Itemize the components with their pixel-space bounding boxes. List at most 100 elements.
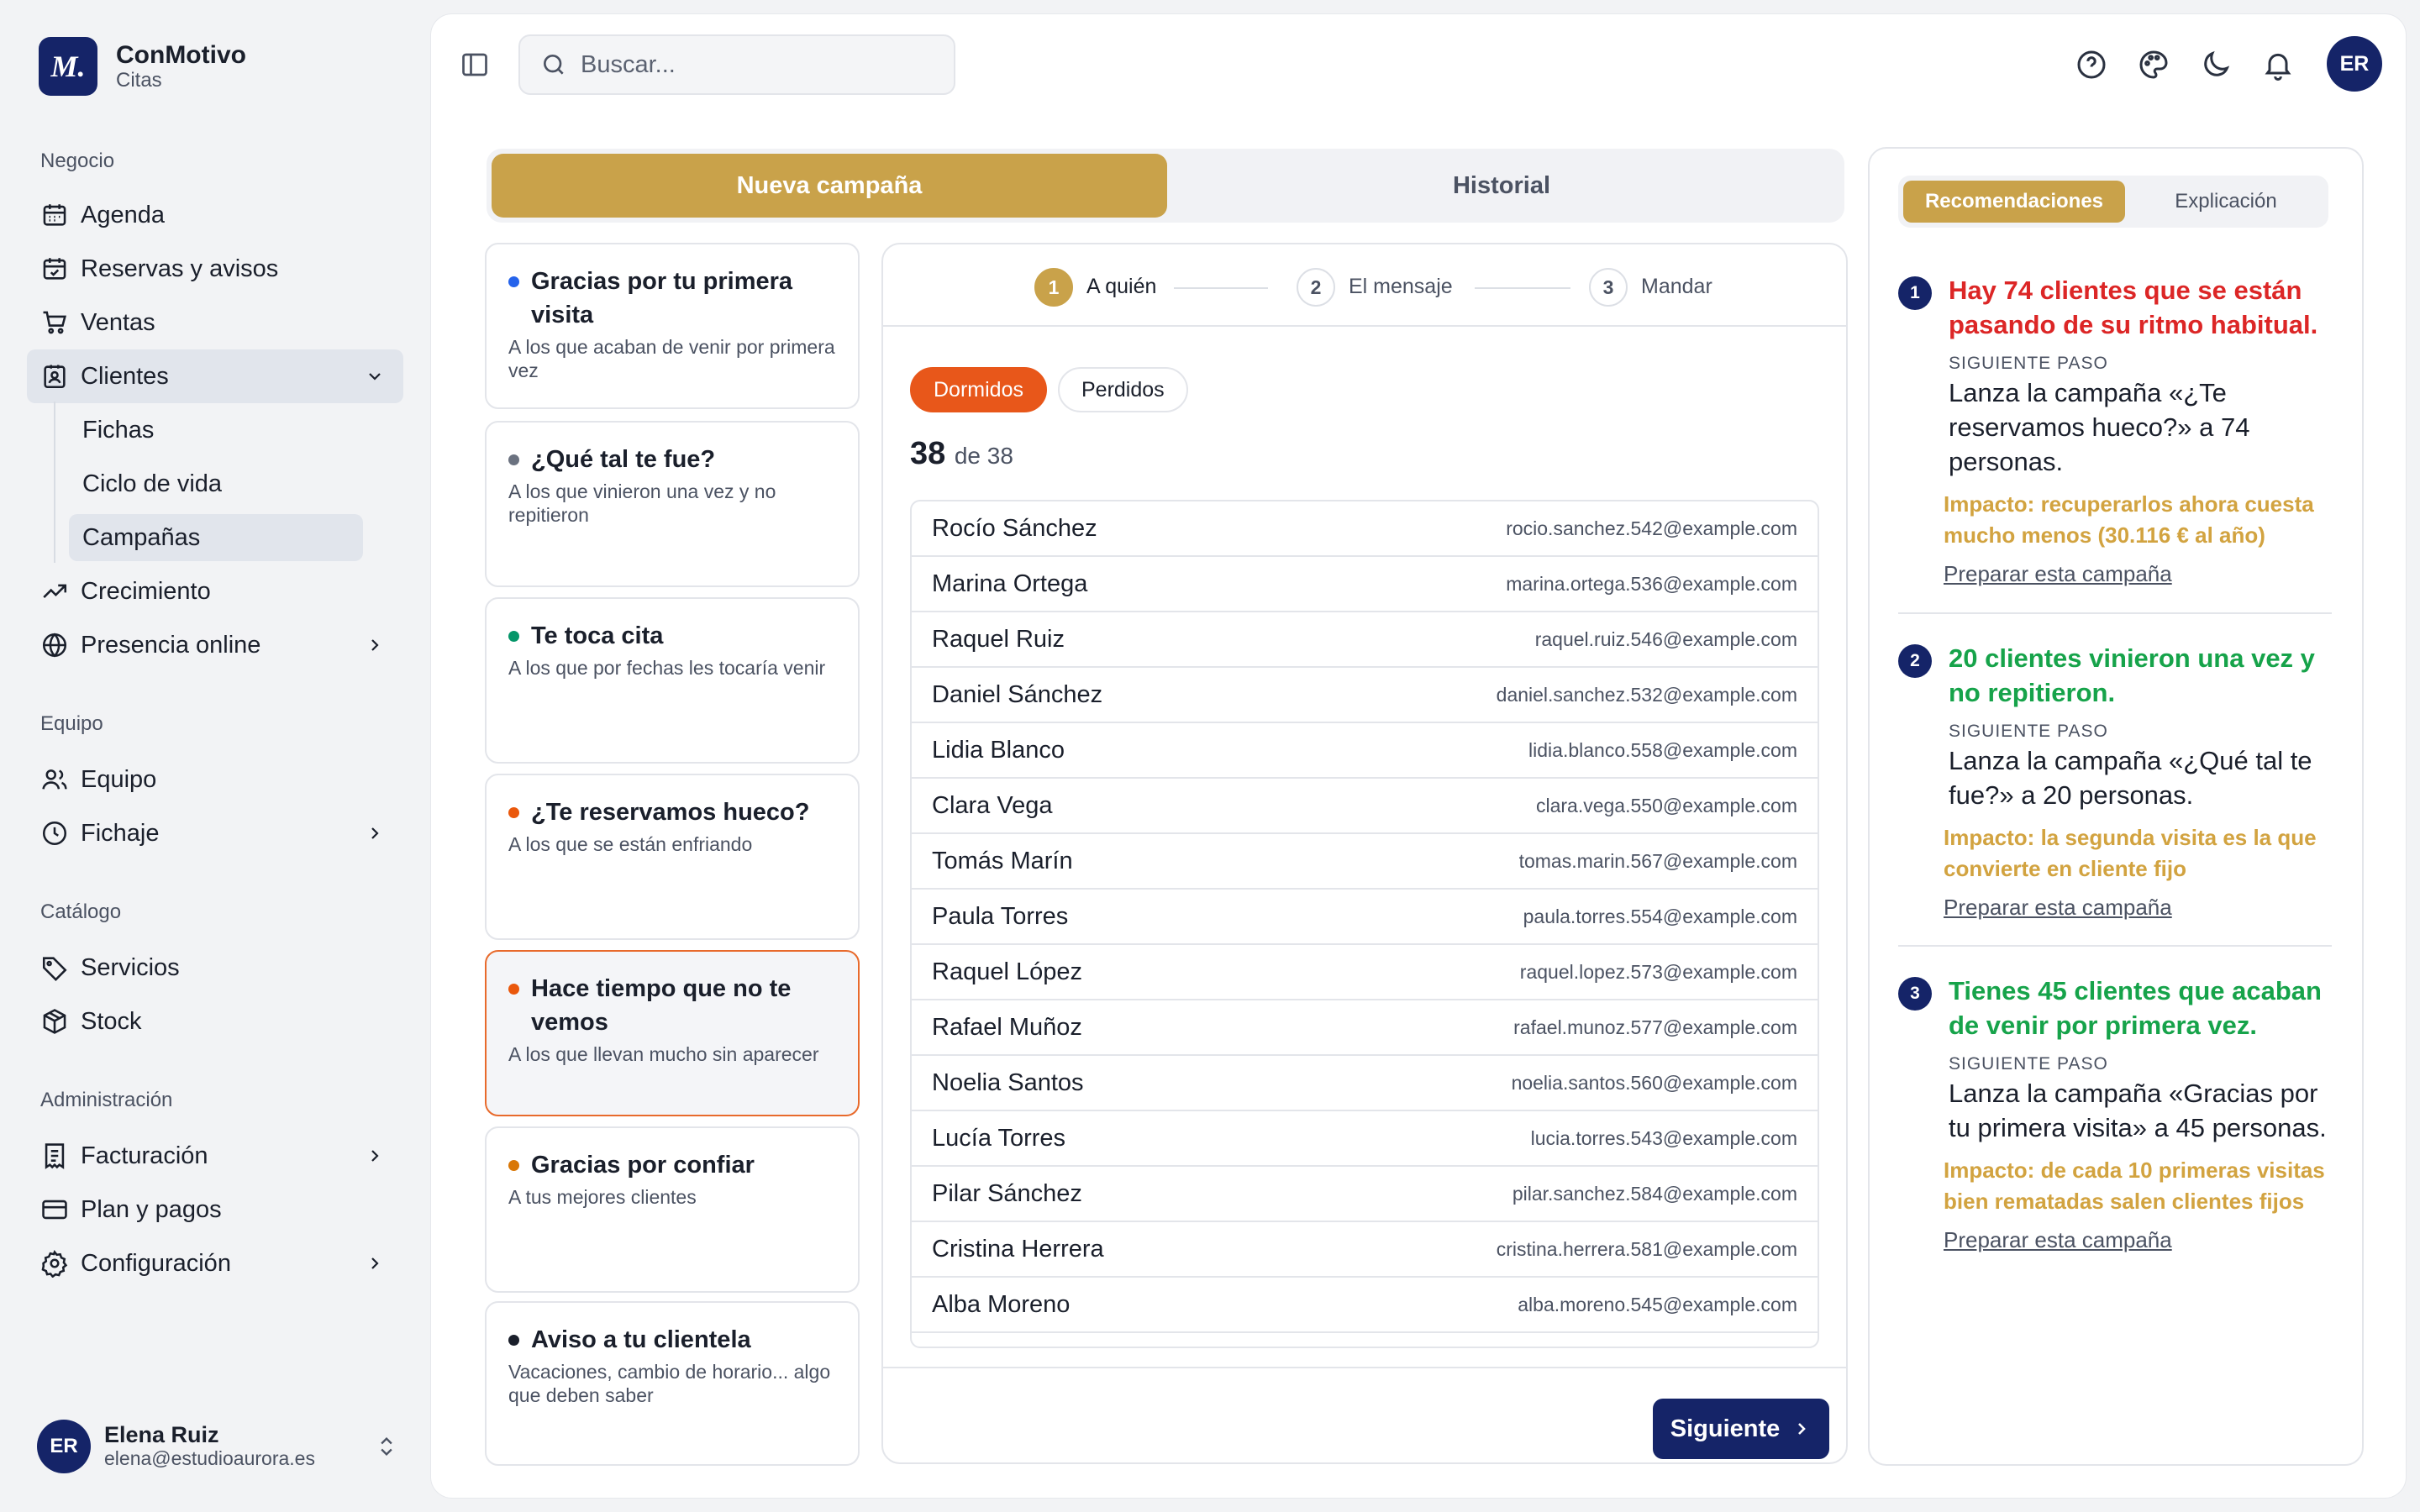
nav-section-catalogo: Catálogo [40, 900, 122, 923]
prepare-campaign-link[interactable]: Preparar esta campaña [1944, 1227, 2172, 1253]
nav-item-ventas[interactable]: Ventas [27, 296, 403, 349]
campaign-card[interactable]: Aviso a tu clientela Vacaciones, cambio … [485, 1301, 860, 1466]
tab-historial[interactable]: Historial [1164, 154, 1839, 218]
contact-card-icon [44, 365, 66, 389]
moon-icon[interactable] [2199, 48, 2233, 81]
step-1-number[interactable]: 1 [1034, 268, 1073, 307]
table-row[interactable]: Alba Moreno alba.moreno.545@example.com [912, 1278, 1818, 1333]
status-dot [508, 1160, 519, 1171]
table-row[interactable]: Lucía Torres lucia.torres.543@example.com [912, 1111, 1818, 1167]
filter-dormidos[interactable]: Dormidos [910, 367, 1047, 412]
table-row[interactable]: Rocío Sánchez rocio.sanchez.542@example.c… [912, 501, 1818, 557]
brand[interactable]: M. ConMotivo Citas [39, 37, 246, 96]
tag-icon [42, 957, 67, 981]
table-row[interactable]: Noelia Santos noelia.santos.560@example.c… [912, 1056, 1818, 1111]
tab-explicacion[interactable]: Explicación [2128, 181, 2323, 223]
step-2-number[interactable]: 2 [1297, 268, 1335, 307]
nav-subitem-ciclo[interactable]: Ciclo de vida [69, 460, 363, 507]
campaign-card[interactable]: ¿Qué tal te fue? A los que vinieron una … [485, 421, 860, 587]
table-row[interactable]: Lidia Blanco lidia.blanco.558@example.com [912, 723, 1818, 779]
campaign-desc: A los que por fechas les tocaría venir [508, 657, 826, 679]
recommendation-title: 20 clientes vinieron una vez y no repiti… [1949, 643, 2315, 707]
step-1-label[interactable]: A quién [1086, 275, 1156, 299]
receipt-icon [45, 1143, 65, 1169]
reco-tabs: Recomendaciones Explicación [1898, 176, 2328, 228]
sidebar-toggle-icon[interactable] [460, 50, 490, 80]
campaign-desc: A los que vinieron una vez y no repitier… [508, 480, 776, 526]
filter-perdidos[interactable]: Perdidos [1058, 367, 1188, 412]
nav-item-equipo[interactable]: Equipo [27, 753, 403, 806]
nav-item-fichaje[interactable]: Fichaje [27, 806, 403, 860]
chevron-right-icon [371, 1150, 379, 1162]
client-email: paula.torres.554@example.com [1523, 905, 1797, 927]
nav-item-crecimiento[interactable]: Crecimiento [27, 564, 403, 618]
status-dot [508, 276, 519, 287]
status-dot [508, 631, 519, 642]
recommendation-step: Lanza la campaña «Gracias por tu primera… [1949, 1079, 2327, 1142]
prepare-campaign-link[interactable]: Preparar esta campaña [1944, 895, 2172, 921]
user-avatar-button[interactable]: ER [2327, 36, 2382, 92]
table-row[interactable]: Paula Torres paula.torres.554@example.com [912, 890, 1818, 945]
next-button[interactable]: Siguiente [1653, 1399, 1829, 1459]
campaign-desc: Vacaciones, cambio de horario... algo qu… [508, 1361, 831, 1406]
nav-item-servicios[interactable]: Servicios [27, 941, 403, 995]
step-3-label[interactable]: Mandar [1641, 275, 1712, 299]
table-row[interactable]: Raquel Ruiz raquel.ruiz.546@example.com [912, 612, 1818, 668]
client-email: noelia.santos.560@example.com [1511, 1071, 1797, 1094]
bell-icon[interactable] [2261, 48, 2295, 81]
nav-section-negocio: Negocio [40, 150, 115, 172]
campaign-card[interactable]: Te toca cita A los que por fechas les to… [485, 597, 860, 764]
step-3-number[interactable]: 3 [1589, 268, 1628, 307]
nav-section-administracion: Administración [40, 1089, 173, 1111]
campaign-title: Gracias por confiar [531, 1152, 755, 1179]
nav-item-stock[interactable]: Stock [27, 995, 403, 1048]
recommendation-impact: Impacto: de cada 10 primeras visitas bie… [1944, 1158, 2325, 1214]
campaign-card[interactable]: ¿Te reservamos hueco? A los que se están… [485, 774, 860, 940]
table-row[interactable]: Rafael Muñoz rafael.munoz.577@example.com [912, 1000, 1818, 1056]
tab-recomendaciones[interactable]: Recomendaciones [1903, 181, 2125, 223]
clock-icon [42, 821, 67, 846]
table-row[interactable]: Cristina Herrera cristina.herrera.581@exa… [912, 1222, 1818, 1278]
palette-icon[interactable] [2137, 48, 2170, 81]
nav-item-configuracion[interactable]: Configuración [27, 1236, 403, 1290]
table-row[interactable]: Raquel López raquel.lopez.573@example.com [912, 945, 1818, 1000]
nav-subitem-fichas[interactable]: Fichas [69, 407, 363, 454]
campaign-desc: A los que acaban de venir por primera ve… [508, 336, 835, 381]
search-input[interactable] [581, 50, 934, 79]
client-name: Raquel Ruiz [932, 625, 1065, 653]
table-row[interactable]: Clara Vega clara.vega.550@example.com [912, 779, 1818, 834]
nav-item-agenda[interactable]: Agenda [27, 188, 403, 242]
cart-icon [43, 311, 66, 334]
status-dot [508, 1335, 519, 1346]
nav-item-presencia[interactable]: Presencia online [27, 618, 403, 672]
client-list[interactable]: Rocío Sánchez rocio.sanchez.542@example.c… [910, 500, 1819, 1348]
campaign-title: ¿Qué tal te fue? [531, 446, 716, 473]
campaign-card-selected[interactable]: Hace tiempo que no te vemos A los que ll… [485, 950, 860, 1116]
help-icon[interactable] [2075, 48, 2108, 81]
table-row[interactable]: Tomás Marín tomas.marin.567@example.com [912, 834, 1818, 890]
search-box[interactable] [518, 34, 955, 95]
nav-item-facturacion[interactable]: Facturación [27, 1129, 403, 1183]
table-row[interactable]: Pilar Sánchez pilar.sanchez.584@example.c… [912, 1167, 1818, 1222]
nav-item-label: Facturación [81, 1142, 208, 1169]
campaign-card[interactable]: Gracias por tu primera visita A los que … [485, 243, 860, 409]
table-row[interactable]: Daniel Sánchez daniel.sanchez.532@example… [912, 668, 1818, 723]
tab-nueva-campana[interactable]: Nueva campaña [492, 154, 1167, 218]
nav-item-clientes[interactable]: Clientes [27, 349, 403, 403]
submenu-line [54, 402, 55, 563]
count-value: 38 [910, 436, 946, 471]
calendar-check-icon [43, 258, 66, 280]
recommendation-title: Tienes 45 clientes que acaban de venir p… [1949, 976, 2322, 1040]
nav-item-plan[interactable]: Plan y pagos [27, 1183, 403, 1236]
step-2-label[interactable]: El mensaje [1349, 275, 1453, 299]
prepare-campaign-link[interactable]: Preparar esta campaña [1944, 561, 2172, 587]
nav-item-reservas[interactable]: Reservas y avisos [27, 242, 403, 296]
campaign-card[interactable]: Gracias por confiar A tus mejores client… [485, 1126, 860, 1293]
client-name: Lidia Blanco [932, 736, 1065, 764]
sidebar: M. ConMotivo Citas Negocio Agenda Reserv… [0, 0, 420, 1512]
recommendation-number: 1 [1898, 276, 1932, 310]
user-menu[interactable]: ER Elena Ruiz elena@estudioaurora.es [37, 1420, 398, 1473]
nav-subitem-campanas[interactable]: Campañas [69, 514, 363, 561]
table-row[interactable]: Marina Ortega marina.ortega.536@example.c… [912, 557, 1818, 612]
client-name: Raquel López [932, 958, 1082, 985]
